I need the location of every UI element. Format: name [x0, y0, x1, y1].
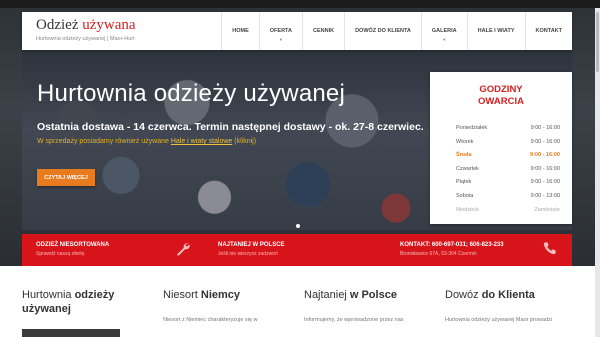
chevron-down-icon: ▼ [442, 37, 447, 42]
hours-title: GODZINY OWARCIA [478, 84, 524, 107]
site-tagline: Hurtownia odzieży używanej | Maor-Hurt [36, 36, 135, 42]
slider-dot[interactable] [296, 224, 300, 228]
phone-icon [542, 241, 558, 261]
column-najtaniej: Najtaniej w Polsce Informujemy, że wprow… [304, 288, 432, 324]
hours-row-closed: Niedziela Zamknięte [456, 206, 560, 213]
hours-row: Wtorek 9:00 - 16:00 [456, 138, 560, 145]
column-niesort: Niesort Niemcy Niesort z Niemiec charakt… [163, 288, 291, 324]
column-title: Niesort Niemcy [163, 289, 241, 301]
scrollbar-thumb[interactable] [596, 12, 599, 72]
nav-hale[interactable]: HALE I WIATY [466, 12, 525, 50]
nav-home[interactable]: HOME [221, 12, 259, 50]
browser-top-bar [0, 0, 600, 8]
main-nav: HOME OFERTA ▼ CENNIK DOWÓZ DO KLIENTA GAL… [221, 12, 572, 50]
promo-link[interactable]: Hale i wiaty stalowe [171, 138, 232, 145]
column-text: Informujemy, że wprowadzone przez nas [304, 317, 404, 323]
info-band: ODZIEŻ NIESORTOWANA Sprawdź naszą ofertę… [22, 234, 572, 266]
content-columns: Hurtownia odzieży używanej Niesort Niemcy… [22, 288, 578, 337]
opening-hours-box: GODZINY OWARCIA Poniedziałek 9:00 - 16:00 … [430, 72, 572, 224]
nav-oferta[interactable]: OFERTA ▼ [258, 12, 302, 50]
column-image [22, 329, 120, 337]
hero-title: Hurtownia odzieży używanej [37, 80, 346, 107]
chevron-down-icon: ▼ [278, 37, 283, 42]
hours-row: Czwartek 9:00 - 16:00 [456, 165, 560, 172]
nav-dowoz[interactable]: DOWÓZ DO KLIENTA [344, 12, 421, 50]
site-header: Odzież używana Hurtownia odzieży używane… [22, 12, 572, 50]
nav-cennik[interactable]: CENNIK [301, 12, 344, 50]
read-more-button[interactable]: CZYTAJ WIĘCEJ [37, 169, 95, 186]
hours-list: Poniedziałek 9:00 - 16:00 Wtorek 9:00 - 16… [456, 122, 560, 217]
nav-kontakt[interactable]: KONTAKT [524, 12, 572, 50]
nav-galeria[interactable]: GALERIA ▼ [420, 12, 467, 50]
hero-subtitle: Ostatnia dostawa - 14 czerwca. Termin na… [37, 121, 424, 133]
hours-row: Piątek 9:00 - 16:00 [456, 179, 560, 186]
column-title: Najtaniej w Polsce [304, 289, 397, 301]
column-text: Hurtownia odzieży używanej Maor prowadzi [445, 317, 552, 323]
column-hurtownia: Hurtownia odzieży używanej [22, 288, 150, 337]
hours-row: Sobota 9:00 - 13:00 [456, 192, 560, 199]
site-logo[interactable]: Odzież używana [36, 17, 136, 34]
wrench-icon [175, 241, 191, 261]
hours-row-today: Środa 9:00 - 16:00 [456, 152, 560, 159]
column-title: Dowóz do Klienta [445, 289, 535, 301]
column-title: Hurtownia odzieży używanej [22, 289, 115, 315]
hours-row: Poniedziałek 9:00 - 16:00 [456, 125, 560, 131]
column-dowoz: Dowóz do Klienta Hurtownia odzieży używa… [445, 288, 573, 324]
hero-promo: W sprzedaży posiadamy również używane Ha… [37, 138, 257, 145]
column-text: Niesort z Niemiec charakteryzuje się w [163, 317, 258, 323]
